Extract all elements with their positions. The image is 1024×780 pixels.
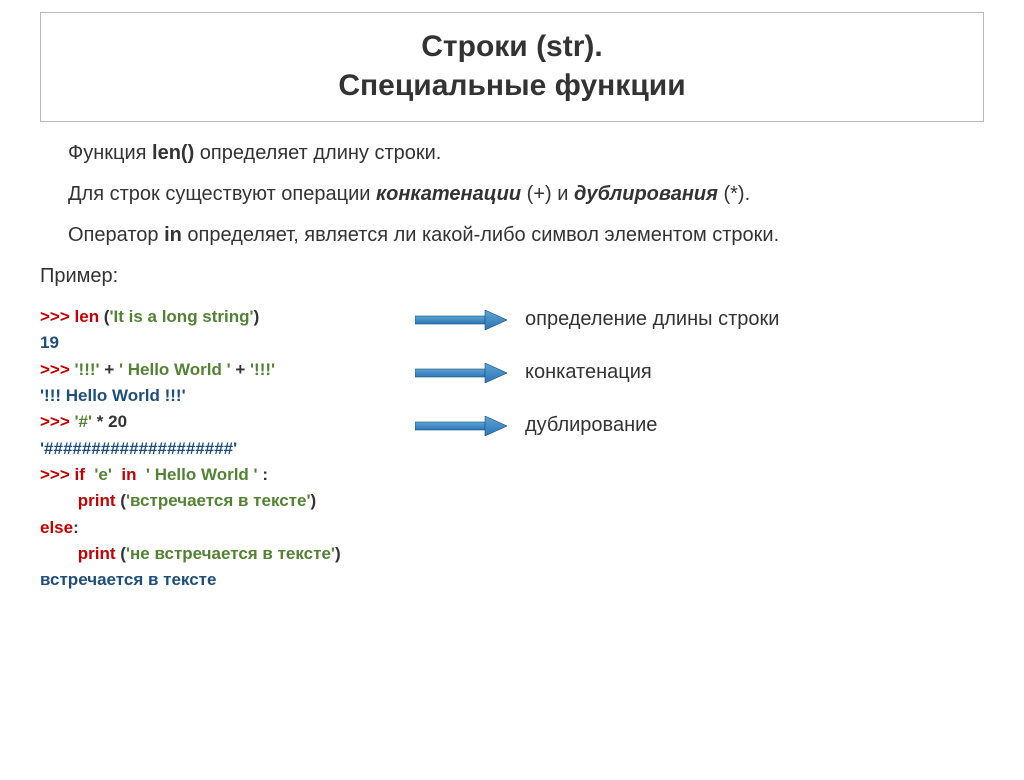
code-line-6: '####################'	[40, 436, 385, 462]
title-line-2: Специальные функции	[338, 69, 685, 102]
code-line-10: print ('не встречается в тексте')	[40, 541, 385, 567]
example-columns: >>> len ('It is a long string') 19 >>> '…	[40, 304, 984, 594]
example-label: Пример:	[40, 263, 984, 290]
code-line-4: '!!! Hello World !!!'	[40, 383, 385, 409]
annotation-row-3: дублирование	[415, 412, 984, 439]
annotation-column: определение длины строки конкатенация ду…	[415, 304, 984, 594]
annotation-text-1: определение длины строки	[525, 306, 779, 333]
content-body: Функция len() определяет длину строки. Д…	[40, 140, 984, 594]
annotation-text-2: конкатенация	[525, 359, 652, 386]
annotation-row-1: определение длины строки	[415, 306, 984, 333]
paragraph-len: Функция len() определяет длину строки.	[40, 140, 984, 167]
code-line-7: >>> if 'e' in ' Hello World ' :	[40, 462, 385, 488]
annotation-row-2: конкатенация	[415, 359, 984, 386]
page-title: Строки (str). Специальные функции	[51, 27, 973, 105]
code-line-11: встречается в тексте	[40, 567, 385, 593]
arrow-icon	[415, 310, 507, 330]
code-line-8: print ('встречается в тексте')	[40, 488, 385, 514]
annotation-text-3: дублирование	[525, 412, 657, 439]
title-line-1: Строки (str).	[421, 30, 602, 63]
code-line-5: >>> '#' * 20	[40, 409, 385, 435]
code-line-9: else:	[40, 515, 385, 541]
paragraph-in: Оператор in определяет, является ли како…	[40, 222, 984, 249]
arrow-icon	[415, 416, 507, 436]
paragraph-concat-dup: Для строк существуют операции конкатенац…	[40, 181, 984, 208]
arrow-icon	[415, 363, 507, 383]
title-box: Строки (str). Специальные функции	[40, 12, 984, 122]
code-line-1: >>> len ('It is a long string')	[40, 304, 385, 330]
code-line-2: 19	[40, 330, 385, 356]
code-line-3: >>> '!!!' + ' Hello World ' + '!!!'	[40, 357, 385, 383]
code-column: >>> len ('It is a long string') 19 >>> '…	[40, 304, 385, 594]
